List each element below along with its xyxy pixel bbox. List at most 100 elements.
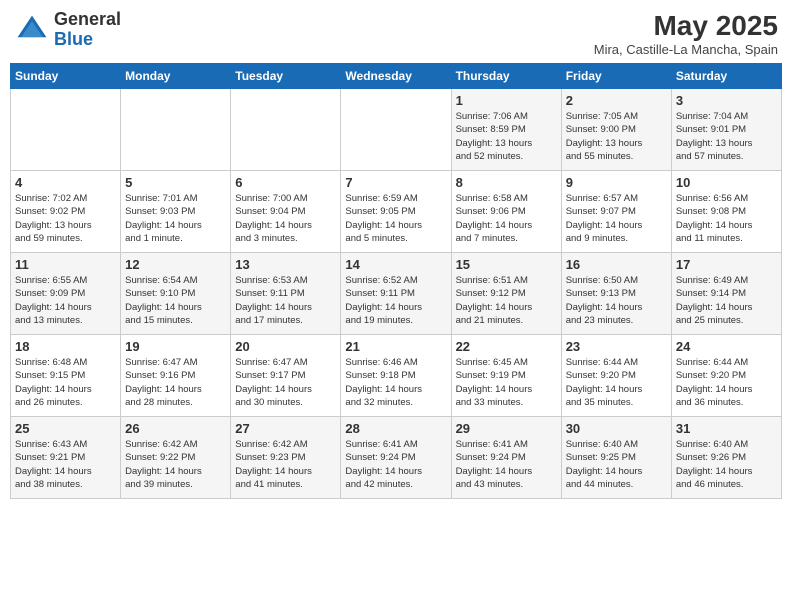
day-number: 3 — [676, 93, 777, 108]
month-title: May 2025 — [594, 10, 778, 42]
day-number: 26 — [125, 421, 226, 436]
calendar-cell: 2 Sunrise: 7:05 AM Sunset: 9:00 PM Daylig… — [561, 89, 671, 171]
day-info: Sunrise: 6:56 AM Sunset: 9:08 PM Dayligh… — [676, 192, 777, 245]
day-header-friday: Friday — [561, 64, 671, 89]
calendar-cell: 1 Sunrise: 7:06 AM Sunset: 8:59 PM Daylig… — [451, 89, 561, 171]
calendar-cell: 24Sunrise: 6:44 AM Sunset: 9:20 PM Dayli… — [671, 335, 781, 417]
day-number: 17 — [676, 257, 777, 272]
calendar-week-4: 18 Sunrise: 6:48 AM Sunset: 9:15 PM Dayli… — [11, 335, 782, 417]
day-info: Sunrise: 6:58 AM Sunset: 9:06 PM Dayligh… — [456, 192, 557, 245]
day-info: Sunrise: 7:05 AM Sunset: 9:00 PM Dayligh… — [566, 110, 667, 163]
day-header-sunday: Sunday — [11, 64, 121, 89]
day-info: Sunrise: 6:54 AM Sunset: 9:10 PM Dayligh… — [125, 274, 226, 327]
calendar-cell — [231, 89, 341, 171]
calendar-cell: 28Sunrise: 6:41 AM Sunset: 9:24 PM Dayli… — [341, 417, 451, 499]
day-number: 29 — [456, 421, 557, 436]
calendar-cell: 21 Sunrise: 6:46 AM Sunset: 9:18 PM Dayli… — [341, 335, 451, 417]
day-info: Sunrise: 6:49 AM Sunset: 9:14 PM Dayligh… — [676, 274, 777, 327]
day-info: Sunrise: 6:41 AM Sunset: 9:24 PM Dayligh… — [456, 438, 557, 491]
page-header: General Blue May 2025 Mira, Castille-La … — [10, 10, 782, 57]
day-header-monday: Monday — [121, 64, 231, 89]
day-number: 21 — [345, 339, 446, 354]
day-number: 5 — [125, 175, 226, 190]
day-info: Sunrise: 6:42 AM Sunset: 9:22 PM Dayligh… — [125, 438, 226, 491]
logo: General Blue — [14, 10, 121, 50]
day-number: 9 — [566, 175, 667, 190]
calendar-cell: 30 Sunrise: 6:40 AM Sunset: 9:25 PM Dayli… — [561, 417, 671, 499]
calendar-week-3: 11Sunrise: 6:55 AM Sunset: 9:09 PM Dayli… — [11, 253, 782, 335]
calendar-cell: 18 Sunrise: 6:48 AM Sunset: 9:15 PM Dayli… — [11, 335, 121, 417]
day-info: Sunrise: 7:04 AM Sunset: 9:01 PM Dayligh… — [676, 110, 777, 163]
calendar-week-1: 1 Sunrise: 7:06 AM Sunset: 8:59 PM Daylig… — [11, 89, 782, 171]
calendar-cell: 13Sunrise: 6:53 AM Sunset: 9:11 PM Dayli… — [231, 253, 341, 335]
calendar-cell: 23 Sunrise: 6:44 AM Sunset: 9:20 PM Dayli… — [561, 335, 671, 417]
day-number: 31 — [676, 421, 777, 436]
calendar-cell: 22Sunrise: 6:45 AM Sunset: 9:19 PM Dayli… — [451, 335, 561, 417]
day-number: 15 — [456, 257, 557, 272]
day-number: 30 — [566, 421, 667, 436]
calendar-cell: 31Sunrise: 6:40 AM Sunset: 9:26 PM Dayli… — [671, 417, 781, 499]
day-number: 18 — [15, 339, 116, 354]
calendar-cell: 9Sunrise: 6:57 AM Sunset: 9:07 PM Daylig… — [561, 171, 671, 253]
day-info: Sunrise: 6:42 AM Sunset: 9:23 PM Dayligh… — [235, 438, 336, 491]
day-info: Sunrise: 6:43 AM Sunset: 9:21 PM Dayligh… — [15, 438, 116, 491]
calendar-cell: 8 Sunrise: 6:58 AM Sunset: 9:06 PM Daylig… — [451, 171, 561, 253]
calendar-cell — [341, 89, 451, 171]
day-info: Sunrise: 6:47 AM Sunset: 9:17 PM Dayligh… — [235, 356, 336, 409]
day-number: 13 — [235, 257, 336, 272]
day-number: 22 — [456, 339, 557, 354]
day-number: 24 — [676, 339, 777, 354]
day-info: Sunrise: 6:55 AM Sunset: 9:09 PM Dayligh… — [15, 274, 116, 327]
calendar-cell: 26 Sunrise: 6:42 AM Sunset: 9:22 PM Dayli… — [121, 417, 231, 499]
calendar-cell: 4Sunrise: 7:02 AM Sunset: 9:02 PM Daylig… — [11, 171, 121, 253]
day-info: Sunrise: 6:41 AM Sunset: 9:24 PM Dayligh… — [345, 438, 446, 491]
day-number: 14 — [345, 257, 446, 272]
logo-general-text: General — [54, 9, 121, 29]
location-subtitle: Mira, Castille-La Mancha, Spain — [594, 42, 778, 57]
day-info: Sunrise: 7:00 AM Sunset: 9:04 PM Dayligh… — [235, 192, 336, 245]
day-info: Sunrise: 6:52 AM Sunset: 9:11 PM Dayligh… — [345, 274, 446, 327]
calendar-cell: 20 Sunrise: 6:47 AM Sunset: 9:17 PM Dayli… — [231, 335, 341, 417]
calendar-cell: 6 Sunrise: 7:00 AM Sunset: 9:04 PM Daylig… — [231, 171, 341, 253]
calendar-cell: 16Sunrise: 6:50 AM Sunset: 9:13 PM Dayli… — [561, 253, 671, 335]
day-info: Sunrise: 6:51 AM Sunset: 9:12 PM Dayligh… — [456, 274, 557, 327]
calendar-cell: 7Sunrise: 6:59 AM Sunset: 9:05 PM Daylig… — [341, 171, 451, 253]
calendar-table: SundayMondayTuesdayWednesdayThursdayFrid… — [10, 63, 782, 499]
calendar-cell: 12 Sunrise: 6:54 AM Sunset: 9:10 PM Dayli… — [121, 253, 231, 335]
calendar-cell: 27Sunrise: 6:42 AM Sunset: 9:23 PM Dayli… — [231, 417, 341, 499]
day-info: Sunrise: 6:46 AM Sunset: 9:18 PM Dayligh… — [345, 356, 446, 409]
calendar-cell: 10 Sunrise: 6:56 AM Sunset: 9:08 PM Dayli… — [671, 171, 781, 253]
day-number: 12 — [125, 257, 226, 272]
day-number: 20 — [235, 339, 336, 354]
day-number: 8 — [456, 175, 557, 190]
day-number: 2 — [566, 93, 667, 108]
day-info: Sunrise: 6:47 AM Sunset: 9:16 PM Dayligh… — [125, 356, 226, 409]
day-info: Sunrise: 6:48 AM Sunset: 9:15 PM Dayligh… — [15, 356, 116, 409]
calendar-week-2: 4Sunrise: 7:02 AM Sunset: 9:02 PM Daylig… — [11, 171, 782, 253]
calendar-cell: 14 Sunrise: 6:52 AM Sunset: 9:11 PM Dayli… — [341, 253, 451, 335]
calendar-cell: 15 Sunrise: 6:51 AM Sunset: 9:12 PM Dayli… — [451, 253, 561, 335]
day-number: 10 — [676, 175, 777, 190]
day-header-tuesday: Tuesday — [231, 64, 341, 89]
day-info: Sunrise: 7:06 AM Sunset: 8:59 PM Dayligh… — [456, 110, 557, 163]
logo-blue-text: Blue — [54, 29, 93, 49]
logo-icon — [14, 12, 50, 48]
calendar-header: SundayMondayTuesdayWednesdayThursdayFrid… — [11, 64, 782, 89]
day-info: Sunrise: 6:50 AM Sunset: 9:13 PM Dayligh… — [566, 274, 667, 327]
day-info: Sunrise: 6:44 AM Sunset: 9:20 PM Dayligh… — [566, 356, 667, 409]
day-number: 7 — [345, 175, 446, 190]
calendar-cell — [121, 89, 231, 171]
day-header-thursday: Thursday — [451, 64, 561, 89]
calendar-cell: 3 Sunrise: 7:04 AM Sunset: 9:01 PM Daylig… — [671, 89, 781, 171]
day-header-saturday: Saturday — [671, 64, 781, 89]
day-info: Sunrise: 6:40 AM Sunset: 9:25 PM Dayligh… — [566, 438, 667, 491]
day-number: 4 — [15, 175, 116, 190]
day-number: 1 — [456, 93, 557, 108]
day-number: 6 — [235, 175, 336, 190]
calendar-cell: 17 Sunrise: 6:49 AM Sunset: 9:14 PM Dayli… — [671, 253, 781, 335]
day-number: 23 — [566, 339, 667, 354]
calendar-cell: 29 Sunrise: 6:41 AM Sunset: 9:24 PM Dayli… — [451, 417, 561, 499]
title-block: May 2025 Mira, Castille-La Mancha, Spain — [594, 10, 778, 57]
calendar-cell: 11Sunrise: 6:55 AM Sunset: 9:09 PM Dayli… — [11, 253, 121, 335]
day-info: Sunrise: 7:01 AM Sunset: 9:03 PM Dayligh… — [125, 192, 226, 245]
